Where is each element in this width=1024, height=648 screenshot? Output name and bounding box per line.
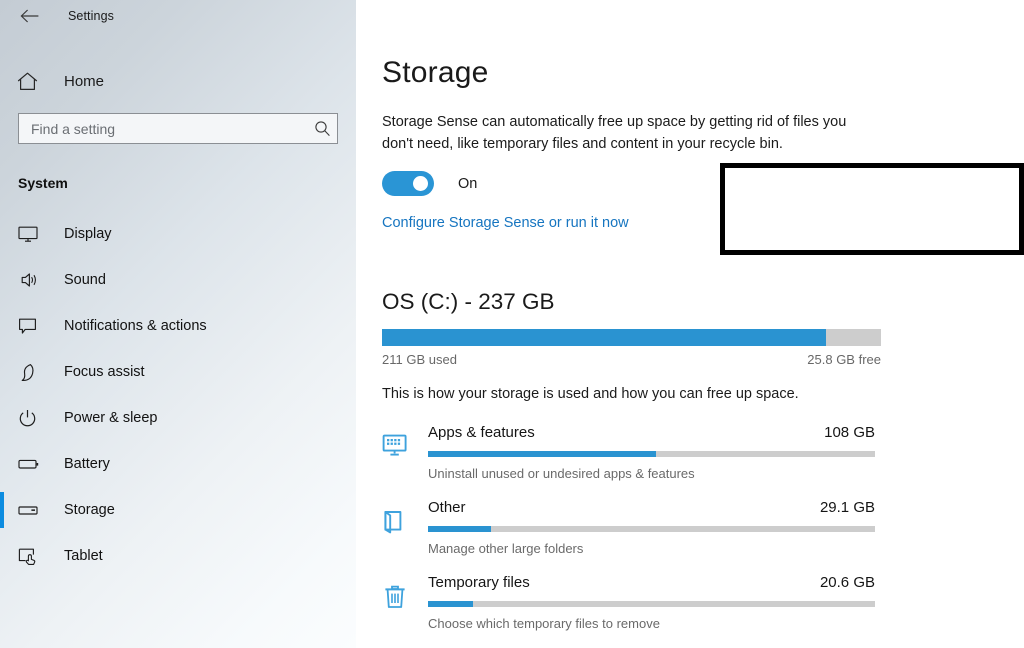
sidebar-item-tablet[interactable]: Tablet	[0, 533, 356, 579]
drive-usage-legend: 211 GB used 25.8 GB free	[382, 352, 881, 367]
sidebar-item-label: Sound	[64, 272, 106, 288]
storage-category-size: 20.6 GB	[819, 573, 875, 591]
storage-category-body: Apps & features 108 GB Uninstall unused …	[428, 424, 875, 481]
sidebar-item-home-label: Home	[64, 72, 105, 90]
drive-used-label: 211 GB used	[382, 351, 457, 367]
storage-category-subtitle: Uninstall unused or undesired apps & fea…	[428, 465, 695, 481]
drive-icon	[18, 504, 44, 517]
sidebar-item-storage[interactable]: Storage	[0, 487, 356, 533]
sidebar-item-focus-assist[interactable]: Focus assist	[0, 349, 356, 395]
trash-icon	[382, 574, 428, 610]
settings-window: Settings Home System	[0, 0, 1024, 648]
page-title: Storage	[382, 56, 489, 89]
moon-icon	[18, 363, 44, 382]
app-title: Settings	[68, 9, 114, 23]
power-icon	[18, 409, 44, 428]
tablet-hand-icon	[18, 547, 44, 565]
storage-category-name: Other	[428, 498, 466, 516]
sidebar: Settings Home System	[0, 0, 356, 648]
sidebar-nav: Display Sound Notifications & actions Fo…	[0, 211, 356, 579]
search-icon[interactable]	[307, 120, 337, 137]
sidebar-item-power-sleep[interactable]: Power & sleep	[0, 395, 356, 441]
storage-category-name: Temporary files	[428, 573, 530, 591]
sidebar-item-label: Battery	[64, 456, 110, 472]
storage-category-body: Other 29.1 GB Manage other large folders	[428, 499, 875, 556]
search-box[interactable]	[18, 113, 338, 144]
storage-category-apps[interactable]: Apps & features 108 GB Uninstall unused …	[382, 424, 1024, 499]
storage-category-bar	[428, 450, 875, 457]
configure-storage-sense-link[interactable]: Configure Storage Sense or run it now	[382, 215, 629, 231]
storage-sense-description: Storage Sense can automatically free up …	[382, 114, 847, 152]
storage-category-body: Temporary files 20.6 GB Choose which tem…	[428, 574, 875, 631]
folder-open-icon	[382, 499, 428, 535]
sidebar-item-label: Tablet	[64, 548, 103, 564]
comment-icon	[18, 317, 44, 335]
storage-sense-toggle-label: On	[458, 175, 478, 192]
storage-category-bar-fill	[428, 600, 473, 607]
storage-category-temporary-files[interactable]: Temporary files 20.6 GB Choose which tem…	[382, 574, 1024, 648]
storage-category-list: Apps & features 108 GB Uninstall unused …	[382, 424, 1024, 648]
drive-free-label: 25.8 GB free	[807, 351, 881, 367]
sidebar-item-label: Display	[64, 226, 112, 242]
storage-category-size: 29.1 GB	[819, 498, 875, 516]
storage-category-bar	[428, 525, 875, 532]
storage-category-bar-fill	[428, 450, 656, 457]
apps-monitor-icon	[382, 424, 428, 458]
sidebar-item-label: Power & sleep	[64, 410, 158, 426]
sidebar-item-home[interactable]: Home	[0, 61, 356, 101]
sidebar-item-sound[interactable]: Sound	[0, 257, 356, 303]
main-content: Storage Storage Sense can automatically …	[356, 0, 1024, 648]
search-input[interactable]	[19, 115, 307, 142]
back-button[interactable]	[12, 1, 46, 31]
storage-category-head: Other 29.1 GB	[428, 499, 875, 516]
sidebar-item-label: Storage	[64, 502, 115, 518]
sidebar-section-title: System	[18, 175, 68, 191]
drive-title: OS (C:) - 237 GB	[382, 288, 555, 314]
drive-usage-fill	[382, 328, 827, 346]
storage-category-size: 108 GB	[824, 423, 875, 441]
drive-usage-bar	[382, 328, 881, 346]
storage-category-head: Temporary files 20.6 GB	[428, 574, 875, 591]
storage-category-other[interactable]: Other 29.1 GB Manage other large folders	[382, 499, 1024, 574]
sidebar-item-label: Focus assist	[64, 364, 145, 380]
battery-icon	[18, 457, 44, 471]
storage-category-subtitle: Choose which temporary files to remove	[428, 615, 660, 631]
speaker-icon	[18, 271, 44, 289]
sidebar-item-label: Notifications & actions	[64, 318, 207, 334]
arrow-left-icon	[20, 9, 38, 23]
monitor-icon	[18, 225, 44, 243]
title-bar: Settings	[0, 0, 356, 32]
drive-description: This is how your storage is used and how…	[382, 385, 799, 402]
storage-category-subtitle: Manage other large folders	[428, 540, 584, 556]
toggle-knob	[413, 176, 428, 191]
sidebar-item-display[interactable]: Display	[0, 211, 356, 257]
home-icon	[17, 72, 45, 91]
selection-indicator	[0, 492, 4, 528]
sidebar-item-notifications[interactable]: Notifications & actions	[0, 303, 356, 349]
storage-category-bar-fill	[428, 525, 491, 532]
storage-category-head: Apps & features 108 GB	[428, 424, 875, 441]
storage-sense-toggle[interactable]	[382, 171, 434, 196]
storage-sense-block: On Configure Storage Sense or run it now	[382, 170, 1024, 232]
storage-sense-toggle-row: On	[382, 170, 1024, 198]
sidebar-item-battery[interactable]: Battery	[0, 441, 356, 487]
storage-category-name: Apps & features	[428, 423, 535, 441]
storage-category-bar	[428, 600, 875, 607]
